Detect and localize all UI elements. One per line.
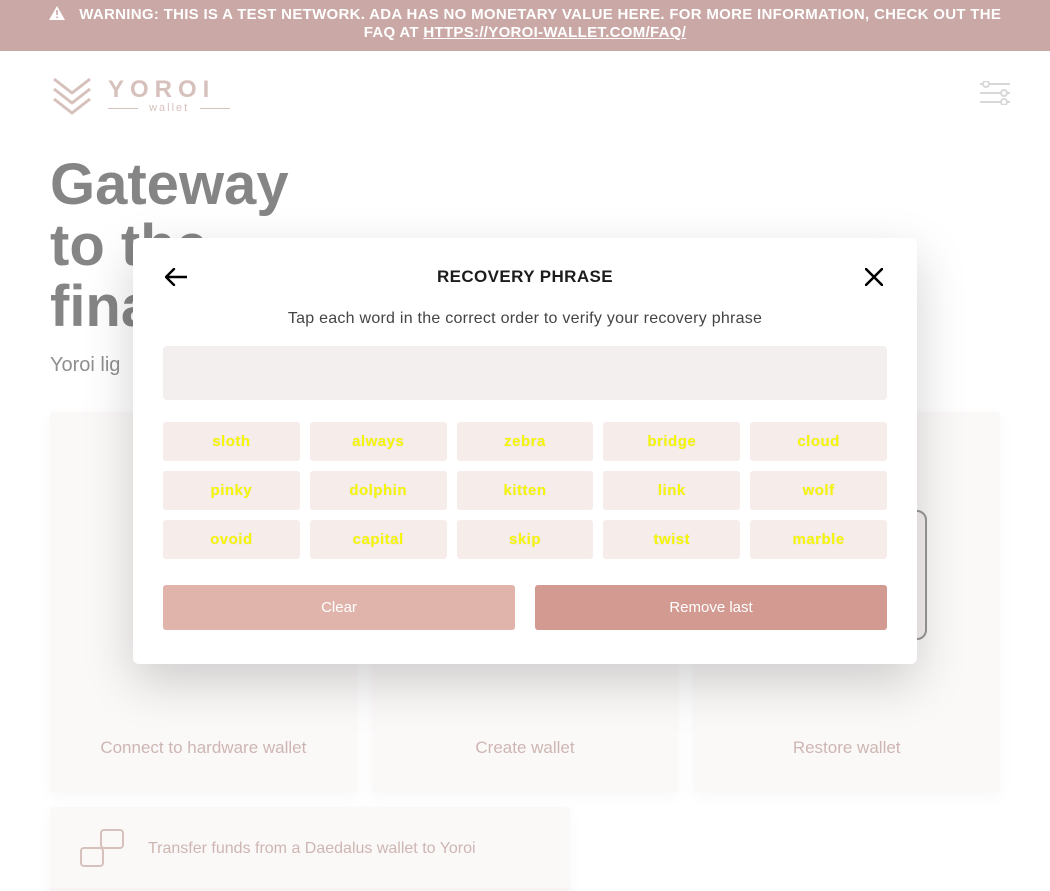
recovery-word[interactable]: pinky: [163, 471, 300, 510]
recovery-word[interactable]: kitten: [457, 471, 594, 510]
recovery-word[interactable]: link: [603, 471, 740, 510]
remove-last-button[interactable]: Remove last: [535, 585, 887, 630]
recovery-phrase-modal: RECOVERY PHRASE Tap each word in the cor…: [133, 238, 917, 664]
recovery-word[interactable]: sloth: [163, 422, 300, 461]
recovery-word[interactable]: capital: [310, 520, 447, 559]
recovery-word[interactable]: skip: [457, 520, 594, 559]
recovery-word[interactable]: dolphin: [310, 471, 447, 510]
recovery-word[interactable]: bridge: [603, 422, 740, 461]
recovery-word[interactable]: cloud: [750, 422, 887, 461]
close-icon[interactable]: [861, 264, 887, 290]
recovery-word[interactable]: zebra: [457, 422, 594, 461]
word-grid: sloth always zebra bridge cloud pinky do…: [163, 422, 887, 559]
recovery-word[interactable]: ovoid: [163, 520, 300, 559]
modal-instruction: Tap each word in the correct order to ve…: [163, 310, 887, 328]
recovery-word[interactable]: wolf: [750, 471, 887, 510]
recovery-word[interactable]: twist: [603, 520, 740, 559]
back-arrow-icon[interactable]: [163, 264, 189, 290]
selected-words-area[interactable]: [163, 346, 887, 400]
recovery-word[interactable]: always: [310, 422, 447, 461]
recovery-word[interactable]: marble: [750, 520, 887, 559]
clear-button[interactable]: Clear: [163, 585, 515, 630]
modal-title: RECOVERY PHRASE: [189, 267, 861, 287]
